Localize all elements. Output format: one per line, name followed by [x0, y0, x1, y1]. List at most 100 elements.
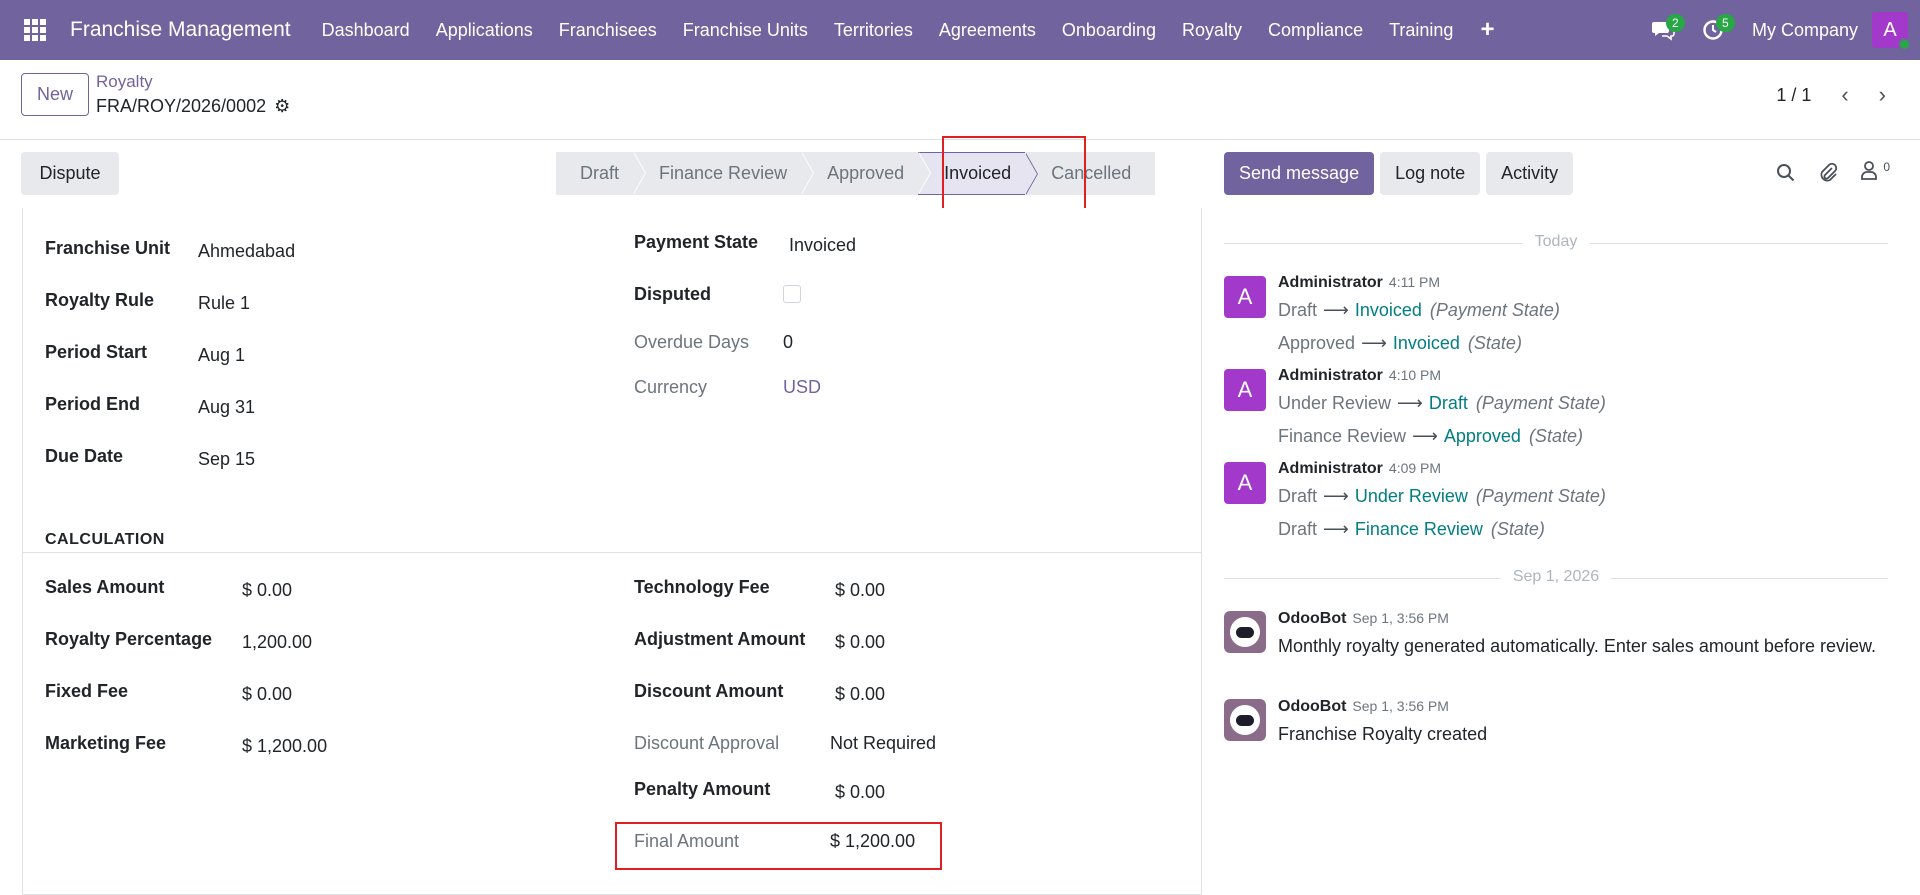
label-period-end: Period End	[45, 394, 141, 414]
control-panel: New Royalty FRA/ROY/2026/0002 ⚙ 1 / 1 ‹ …	[0, 60, 1920, 140]
followers-button[interactable]: 0	[1860, 160, 1890, 186]
breadcrumb-parent[interactable]: Royalty	[96, 72, 153, 92]
menu-training[interactable]: Training	[1376, 0, 1466, 60]
message-time: 4:10 PM	[1388, 367, 1442, 383]
menu-territories[interactable]: Territories	[821, 0, 926, 60]
author-avatar[interactable]: A	[1224, 276, 1266, 318]
odoobot-avatar[interactable]	[1224, 699, 1266, 741]
date-separator-sep-1: Sep 1, 2026	[1224, 568, 1888, 588]
chatter-panel: Today A Administrator 4:11 PM Draft ⟶ Invoi…	[1224, 208, 1888, 895]
value-penalty-amount[interactable]: $ 0.00	[835, 782, 885, 803]
arrow-right-icon: ⟶	[1323, 300, 1349, 320]
chatter-tools: 0	[1776, 160, 1890, 186]
gear-icon[interactable]: ⚙	[274, 96, 290, 117]
menu-agreements[interactable]: Agreements	[926, 0, 1049, 60]
new-button[interactable]: New	[21, 73, 89, 116]
message-author: Administrator 4:10 PM	[1278, 367, 1442, 384]
stage-finance-review[interactable]: Finance Review	[633, 152, 815, 195]
company-switcher[interactable]: My Company	[1738, 20, 1872, 41]
label-payment-state: Payment State	[634, 232, 759, 252]
disputed-checkbox[interactable]	[783, 285, 801, 303]
menu-franchisees[interactable]: Franchisees	[546, 0, 670, 60]
value-currency[interactable]: USD	[783, 377, 821, 398]
menu-dashboard[interactable]: Dashboard	[309, 0, 423, 60]
label-franchise-unit: Franchise Unit	[45, 238, 171, 258]
stage-approved[interactable]: Approved	[801, 152, 932, 195]
value-marketing-fee[interactable]: $ 1,200.00	[242, 736, 327, 757]
main-menu: Dashboard Applications Franchisees Franc…	[309, 0, 1509, 60]
stage-invoiced[interactable]: Invoiced	[918, 152, 1039, 195]
record-name: FRA/ROY/2026/0002	[96, 96, 267, 116]
search-icon[interactable]	[1776, 163, 1796, 183]
menu-franchise-units[interactable]: Franchise Units	[670, 0, 821, 60]
messages-badge: 2	[1665, 14, 1685, 32]
dispute-button[interactable]: Dispute	[21, 152, 119, 195]
label-marketing-fee: Marketing Fee	[45, 733, 167, 753]
menu-royalty[interactable]: Royalty	[1169, 0, 1255, 60]
stage-cancelled[interactable]: Cancelled	[1025, 152, 1156, 195]
label-fixed-fee: Fixed Fee	[45, 681, 129, 701]
label-currency: Currency	[634, 377, 708, 397]
message-author: OdooBot Sep 1, 3:56 PM	[1278, 610, 1449, 627]
log-note-button[interactable]: Log note	[1380, 152, 1481, 195]
navbar-systray: 2 5 My Company A	[1638, 0, 1920, 60]
message-time: 4:11 PM	[1388, 274, 1441, 290]
chevron-right-icon[interactable]: ›	[1879, 82, 1886, 108]
form-sheet: Franchise Unit Ahmedabad Royalty Rule Ru…	[22, 208, 1202, 895]
message-author: Administrator 4:11 PM	[1278, 274, 1441, 291]
value-fixed-fee[interactable]: $ 0.00	[242, 684, 292, 705]
menu-onboarding[interactable]: Onboarding	[1049, 0, 1169, 60]
author-avatar[interactable]: A	[1224, 462, 1266, 504]
paperclip-icon[interactable]	[1818, 162, 1838, 184]
tracking-line: Draft ⟶ Finance Review (State)	[1278, 519, 1545, 539]
odoobot-avatar[interactable]	[1224, 611, 1266, 653]
message-body: Monthly royalty generated automatically.…	[1278, 636, 1876, 656]
message-time: 4:09 PM	[1388, 460, 1442, 476]
value-franchise-unit[interactable]: Ahmedabad	[198, 241, 295, 262]
menu-applications[interactable]: Applications	[423, 0, 546, 60]
tracking-line: Under Review ⟶ Draft (Payment State)	[1278, 393, 1606, 413]
user-avatar[interactable]: A	[1872, 12, 1911, 51]
pager-value[interactable]: 1 / 1	[1776, 85, 1811, 106]
value-payment-state[interactable]: Invoiced	[789, 235, 856, 256]
value-period-end[interactable]: Aug 31	[198, 397, 255, 418]
label-final-amount: Final Amount	[634, 831, 740, 851]
value-royalty-rule[interactable]: Rule 1	[198, 293, 250, 314]
activities-button[interactable]: 5	[1688, 0, 1738, 60]
app-brand[interactable]: Franchise Management	[70, 18, 291, 42]
tracking-line: Finance Review ⟶ Approved (State)	[1278, 426, 1583, 446]
label-overdue-days: Overdue Days	[634, 332, 750, 352]
label-discount-approval: Discount Approval	[634, 733, 780, 753]
top-navbar: Franchise Management Dashboard Applicati…	[0, 0, 1920, 60]
message-author: OdooBot Sep 1, 3:56 PM	[1278, 698, 1449, 715]
value-period-start[interactable]: Aug 1	[198, 345, 245, 366]
value-adjustment-amount[interactable]: $ 0.00	[835, 632, 885, 653]
label-technology-fee: Technology Fee	[634, 577, 770, 597]
value-sales-amount[interactable]: $ 0.00	[242, 580, 292, 601]
send-message-button[interactable]: Send message	[1224, 152, 1375, 195]
value-discount-amount[interactable]: $ 0.00	[835, 684, 885, 705]
message-author: Administrator 4:09 PM	[1278, 460, 1442, 477]
value-technology-fee[interactable]: $ 0.00	[835, 580, 885, 601]
message-time: Sep 1, 3:56 PM	[1352, 698, 1449, 714]
tracking-line: Approved ⟶ Invoiced (State)	[1278, 333, 1522, 353]
arrow-right-icon: ⟶	[1397, 393, 1423, 413]
messages-button[interactable]: 2	[1638, 0, 1688, 60]
user-initial: A	[1883, 18, 1897, 41]
date-separator-today: Today	[1224, 233, 1888, 253]
label-discount-amount: Discount Amount	[634, 681, 784, 701]
value-royalty-percentage[interactable]: 1,200.00	[242, 632, 312, 653]
apps-menu-icon[interactable]	[0, 0, 70, 60]
value-final-amount: $ 1,200.00	[830, 831, 916, 851]
activities-badge: 5	[1715, 14, 1735, 32]
chevron-left-icon[interactable]: ‹	[1841, 82, 1848, 108]
activity-button[interactable]: Activity	[1486, 152, 1574, 195]
plus-icon[interactable]: +	[1466, 16, 1508, 44]
message-body: Franchise Royalty created	[1278, 724, 1488, 744]
author-avatar[interactable]: A	[1224, 369, 1266, 411]
value-due-date[interactable]: Sep 15	[198, 449, 255, 470]
menu-compliance[interactable]: Compliance	[1255, 0, 1376, 60]
value-overdue-days: 0	[783, 332, 794, 352]
stage-draft[interactable]: Draft	[556, 152, 647, 195]
status-bar: Draft Finance Review Approved Invoiced C…	[556, 152, 1156, 195]
